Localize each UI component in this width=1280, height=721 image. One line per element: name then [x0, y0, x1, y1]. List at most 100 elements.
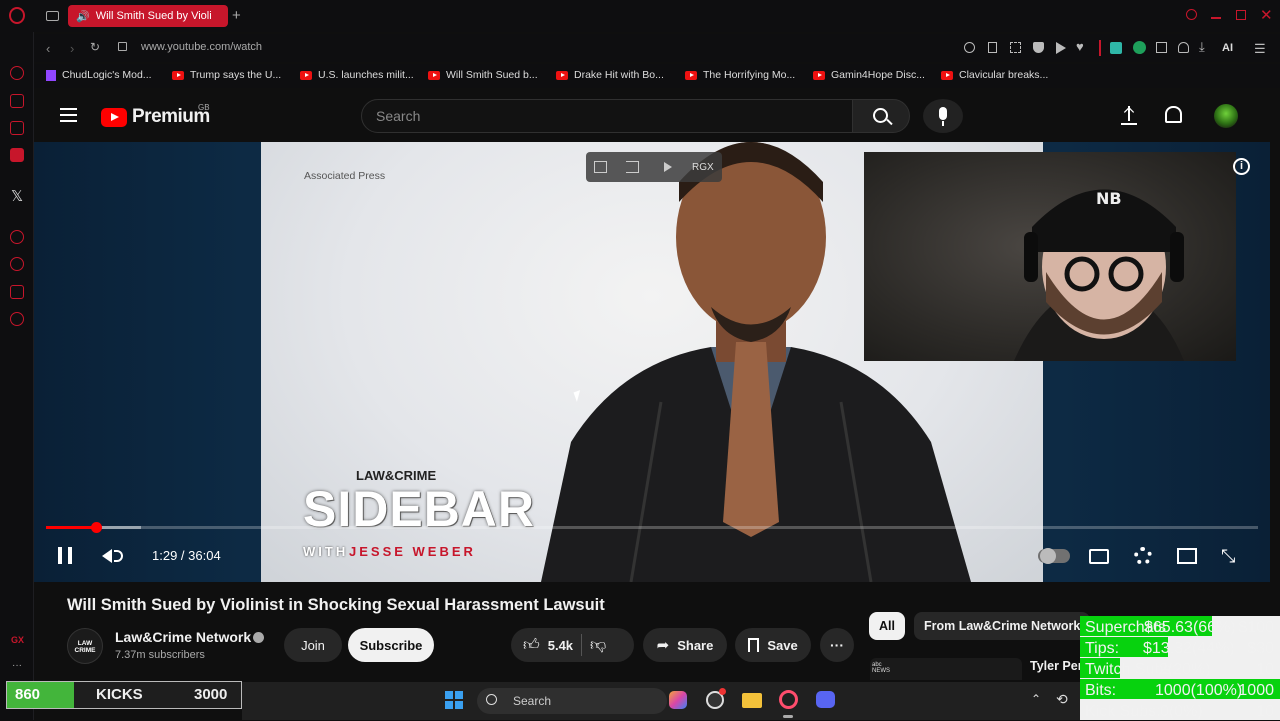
bookmark-item[interactable]: Drake Hit with Bo... — [556, 69, 664, 81]
dislike-icon[interactable]: 👎︎ — [590, 636, 606, 655]
ai-button[interactable]: AI — [1222, 42, 1233, 54]
share-button[interactable]: ➦ Share — [643, 628, 727, 662]
hamburger-icon[interactable] — [60, 108, 77, 122]
opera-gx-taskbar-icon[interactable] — [779, 690, 798, 709]
download-icon[interactable]: ⤓ — [1199, 39, 1205, 55]
url-field[interactable]: www.youtube.com/watch — [141, 41, 262, 53]
bookmark-item[interactable]: ChudLogic's Mod... — [46, 69, 152, 81]
volume-button[interactable] — [102, 548, 124, 564]
twitch-sidebar-icon[interactable] — [10, 121, 24, 135]
history-icon[interactable] — [10, 257, 24, 271]
mail-icon[interactable] — [10, 148, 24, 162]
chip-from-channel[interactable]: From Law&Crime Network — [914, 612, 1091, 640]
file-explorer-icon[interactable] — [742, 693, 762, 708]
tab-overview-icon[interactable] — [46, 11, 59, 21]
bookmark-item[interactable]: Trump says the U... — [172, 69, 281, 81]
pause-button[interactable] — [58, 547, 72, 564]
info-icon[interactable]: i — [1233, 158, 1250, 175]
new-tab-button[interactable]: + — [232, 7, 241, 24]
extensions-icon[interactable] — [1156, 42, 1167, 53]
fullscreen-exit-icon[interactable]: ⤡ — [1221, 546, 1235, 567]
voice-search-button[interactable] — [923, 99, 963, 133]
copilot-icon[interactable] — [669, 691, 687, 709]
play-icon[interactable] — [1056, 42, 1066, 54]
subtitles-icon[interactable] — [1089, 549, 1109, 564]
search-button[interactable] — [852, 99, 910, 133]
zoom-icon[interactable] — [964, 42, 975, 53]
channel-name[interactable]: Law&Crime Network — [115, 629, 251, 645]
like-count[interactable]: 5.4k — [548, 638, 573, 653]
more-icon[interactable]: ··· — [12, 660, 22, 671]
bookmark-item[interactable]: U.S. launches milit... — [300, 69, 414, 81]
heart-icon[interactable]: ♥ — [1076, 39, 1084, 54]
autoplay-toggle[interactable] — [1038, 548, 1070, 564]
sync-icon[interactable]: ⟲ — [1056, 691, 1068, 708]
rgx-button[interactable]: RGX — [692, 162, 714, 173]
player-icon[interactable] — [10, 230, 24, 244]
ai-label: AI — [1222, 42, 1233, 54]
channel-avatar[interactable]: LAW CRIME — [67, 628, 103, 664]
bookmark-item[interactable]: Gamin4Hope Disc... — [813, 69, 925, 81]
robot-icon[interactable] — [10, 94, 24, 108]
close-window-button[interactable]: ✕ — [1260, 6, 1273, 24]
settings-gear-icon[interactable] — [1134, 547, 1152, 565]
active-tab[interactable]: 🔊 Will Smith Sued by Violi — [68, 5, 228, 27]
reload-icon[interactable]: ↻ — [90, 40, 100, 54]
divider — [1099, 40, 1101, 56]
youtube-logo[interactable]: Premium — [101, 106, 210, 128]
shield-icon[interactable] — [1033, 42, 1044, 53]
settings-icon[interactable] — [10, 312, 24, 326]
chip-all[interactable]: All — [869, 612, 905, 640]
youtube-icon — [300, 70, 312, 80]
extension-icon[interactable] — [1110, 42, 1122, 54]
bookmark-item[interactable]: Will Smith Sued b... — [428, 69, 538, 81]
tab-search-icon[interactable] — [1186, 9, 1197, 20]
skip-icon[interactable] — [664, 162, 672, 172]
like-icon[interactable]: 👍︎ — [523, 636, 540, 655]
aria-icon[interactable] — [10, 66, 24, 80]
tab-title: Will Smith Sued by Violi — [95, 10, 212, 22]
pin-icon[interactable] — [988, 42, 997, 53]
streamer-image: NB — [1014, 189, 1184, 361]
show-with: WITH — [303, 544, 349, 559]
forward-icon[interactable]: › — [70, 41, 74, 56]
progress-track[interactable] — [46, 526, 1258, 529]
gx-icon[interactable]: GX — [11, 635, 24, 645]
exit-icon[interactable] — [626, 161, 639, 173]
discord-icon[interactable] — [816, 691, 835, 708]
join-button[interactable]: Join — [284, 628, 342, 662]
tray-chevron-icon[interactable]: ⌃ — [1031, 692, 1041, 706]
save-button[interactable]: Save — [735, 628, 811, 662]
notifications-icon[interactable] — [1165, 106, 1182, 123]
extension-a-icon[interactable] — [1133, 41, 1146, 54]
related-thumbnail[interactable] — [870, 658, 1022, 680]
extensions-sidebar-icon[interactable] — [10, 285, 24, 299]
profile-icon[interactable] — [1178, 42, 1189, 53]
restore-button[interactable] — [1236, 10, 1246, 20]
youtube-icon — [556, 70, 568, 80]
minimize-button[interactable] — [1211, 17, 1221, 19]
snapshot-icon[interactable] — [1010, 42, 1021, 53]
x-icon[interactable]: 𝕏 — [11, 187, 23, 205]
bookmark-item[interactable]: The Horrifying Mo... — [685, 69, 795, 81]
taskbar-search[interactable]: Search — [477, 688, 667, 714]
related-title[interactable]: Tyler Per — [1030, 659, 1083, 673]
goal-row: Kick Subs: 0(0%) 10 — [1080, 700, 1280, 720]
opera-logo-icon[interactable] — [9, 7, 25, 24]
goal-value: $13.32(44%) — [1143, 640, 1235, 657]
subscribe-button[interactable]: Subscribe — [348, 628, 434, 662]
more-actions-button[interactable]: ··· — [820, 628, 854, 662]
tab-audio-icon[interactable]: 🔊 — [76, 10, 90, 23]
avatar[interactable] — [1214, 104, 1238, 128]
windows-start-icon[interactable] — [445, 691, 463, 709]
bookmark-item[interactable]: Clavicular breaks... — [941, 69, 1048, 81]
search-input[interactable]: Search — [361, 99, 853, 133]
goal-label: Tips: — [1085, 640, 1120, 657]
upload-icon[interactable] — [1121, 104, 1137, 126]
progress-scrubber[interactable] — [91, 522, 102, 533]
miniplayer-icon[interactable] — [1177, 548, 1197, 564]
popout-icon[interactable] — [594, 161, 607, 173]
mic-icon — [939, 107, 947, 120]
menu-icon[interactable]: ☰ — [1254, 41, 1266, 57]
back-icon[interactable]: ‹ — [46, 41, 50, 56]
